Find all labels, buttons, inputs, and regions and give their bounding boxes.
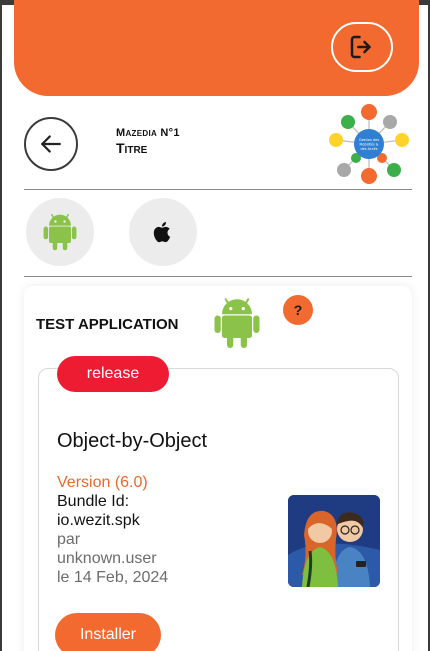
install-button[interactable]: Installer — [55, 613, 161, 651]
back-button[interactable] — [24, 117, 78, 171]
bundle-id: io.wezit.spk — [57, 512, 140, 529]
version-text: Version (6.0) — [57, 474, 148, 491]
apple-icon — [153, 221, 171, 243]
android-icon — [214, 298, 260, 348]
author-prefix: par — [57, 531, 81, 548]
header-subtitle: Mazedia N°1 — [116, 127, 180, 139]
android-icon — [43, 213, 77, 251]
release-info: Version (6.0) Bundle Id: io.wezit.spk pa… — [57, 473, 277, 587]
svg-text:Mobilités &: Mobilités & — [360, 143, 379, 147]
svg-text:Gestion des: Gestion des — [359, 138, 379, 142]
header-text: Mazedia N°1 Titre — [116, 127, 180, 156]
header-divider — [24, 189, 412, 190]
svg-text:des Accès: des Accès — [361, 147, 378, 151]
bundle-label: Bundle Id: — [57, 493, 130, 510]
mobility-logo: Gestion des Mobilités & des Accès — [329, 104, 409, 184]
release-badge: release — [57, 356, 169, 392]
app-frame: Mazedia N°1 Titre Gestion des Mobilités … — [0, 0, 430, 651]
platform-apple-button[interactable] — [129, 198, 197, 266]
platform-android-button[interactable] — [26, 198, 94, 266]
app-thumbnail — [288, 495, 380, 587]
app-name: TEST APPLICATION — [36, 316, 179, 333]
release-title: Object-by-Object — [57, 430, 208, 452]
logout-icon — [350, 35, 371, 59]
arrow-left-icon — [41, 135, 61, 153]
logout-button[interactable] — [331, 22, 393, 72]
release-date: le 14 Feb, 2024 — [57, 569, 169, 586]
page-title: Titre — [116, 140, 148, 156]
author-name: unknown.user — [57, 550, 157, 567]
help-button[interactable]: ? — [283, 295, 313, 325]
platform-divider — [24, 276, 412, 277]
